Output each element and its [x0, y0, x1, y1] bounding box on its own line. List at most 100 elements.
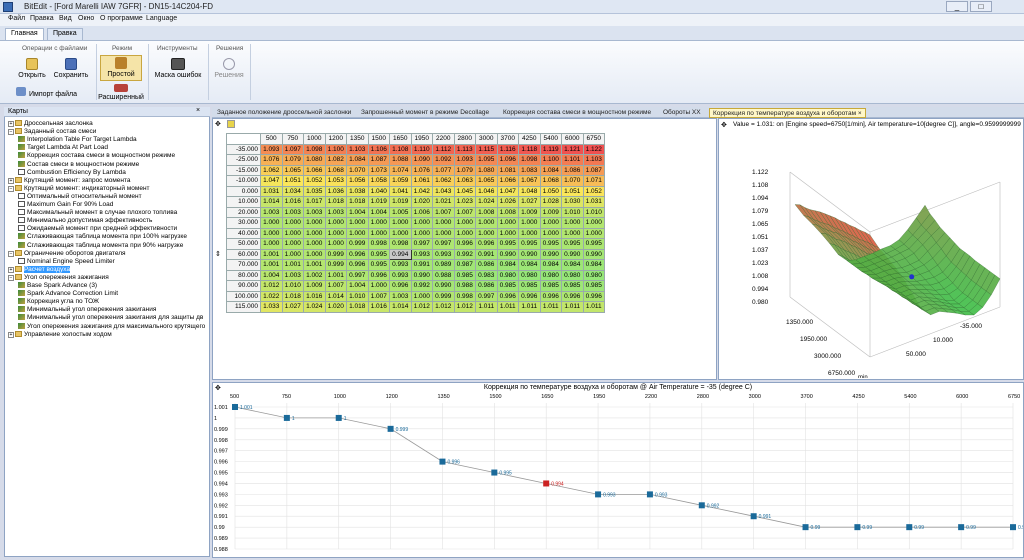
- table-cell[interactable]: 0.983: [475, 269, 498, 281]
- tree-folder[interactable]: + Управление холостым ходом: [8, 330, 112, 339]
- tree-item[interactable]: Spark Advance Correction Limit: [18, 290, 118, 298]
- move-icon[interactable]: ✥: [215, 120, 221, 128]
- table-cell[interactable]: 1.007: [432, 206, 455, 218]
- table-cell[interactable]: 0.980: [496, 269, 519, 281]
- row-header[interactable]: 70.000: [226, 259, 261, 271]
- tree-item[interactable]: Коррекция угла по ТОЖ: [18, 298, 99, 306]
- table-cell[interactable]: 1.000: [281, 227, 304, 239]
- table-cell[interactable]: 1.062: [260, 164, 283, 176]
- table-cell[interactable]: 0.990: [410, 269, 433, 281]
- table-cell[interactable]: 1.076: [260, 154, 283, 166]
- table-cell[interactable]: 1.045: [453, 185, 476, 197]
- table-cell[interactable]: 0.996: [389, 280, 412, 292]
- table-cell[interactable]: 1.001: [260, 259, 283, 271]
- table-cell[interactable]: 0.992: [410, 280, 433, 292]
- surface-3d-plot[interactable]: 1.122 1.108 1.094 1.079 1.065 1.051 1.037 1.023…: [720, 132, 1022, 378]
- table-cell[interactable]: 1.000: [303, 248, 326, 260]
- column-header[interactable]: 1650: [389, 133, 412, 145]
- table-cell[interactable]: 0.989: [432, 259, 455, 271]
- table-cell[interactable]: 1.024: [475, 196, 498, 208]
- table-cell[interactable]: 0.980: [561, 269, 584, 281]
- column-header[interactable]: 4250: [518, 133, 541, 145]
- table-cell[interactable]: 0.999: [324, 248, 347, 260]
- table-cell[interactable]: 1.115: [475, 143, 498, 155]
- table-cell[interactable]: 1.003: [389, 290, 412, 302]
- table-cell[interactable]: 1.026: [496, 196, 519, 208]
- table-cell[interactable]: 0.985: [496, 280, 519, 292]
- table-cell[interactable]: 1.100: [324, 143, 347, 155]
- table-cell[interactable]: 1.014: [324, 290, 347, 302]
- table-cell[interactable]: 1.076: [410, 164, 433, 176]
- column-header[interactable]: 3700: [496, 133, 519, 145]
- tree-item[interactable]: Минимальный угол опережения зажигания дл…: [18, 314, 203, 322]
- table-cell[interactable]: 1.031: [582, 196, 605, 208]
- table-cell[interactable]: 0.996: [582, 290, 605, 302]
- table-cell[interactable]: 1.074: [389, 164, 412, 176]
- table-cell[interactable]: 1.027: [281, 301, 304, 313]
- table-cell[interactable]: 1.000: [260, 217, 283, 229]
- table-cell[interactable]: 0.999: [432, 290, 455, 302]
- table-cell[interactable]: 1.003: [281, 206, 304, 218]
- table-cell[interactable]: 1.000: [432, 227, 455, 239]
- table-cell[interactable]: 1.016: [281, 196, 304, 208]
- table-cell[interactable]: 1.000: [281, 238, 304, 250]
- table-cell[interactable]: 1.053: [324, 175, 347, 187]
- table-cell[interactable]: 1.051: [281, 175, 304, 187]
- table-cell[interactable]: 1.001: [281, 259, 304, 271]
- tab-decollage-torque[interactable]: Запрошенный момент в режиме Decollage: [358, 108, 492, 118]
- table-cell[interactable]: 0.998: [367, 238, 390, 250]
- tree-item[interactable]: Коррекция состава смеси в мощностном реж…: [18, 152, 175, 160]
- table-cell[interactable]: 0.996: [346, 248, 369, 260]
- tree-item[interactable]: Maximum Gain For 90% Load: [18, 201, 113, 209]
- table-cell[interactable]: 1.062: [432, 175, 455, 187]
- table-cell[interactable]: 1.103: [346, 143, 369, 155]
- table-cell[interactable]: 1.007: [367, 290, 390, 302]
- maximize-button[interactable]: □: [970, 1, 992, 12]
- table-cell[interactable]: 1.122: [582, 143, 605, 155]
- table-cell[interactable]: 1.009: [303, 280, 326, 292]
- table-cell[interactable]: 1.081: [496, 164, 519, 176]
- table-cell[interactable]: 1.009: [539, 206, 562, 218]
- table-cell[interactable]: 0.997: [346, 269, 369, 281]
- table-cell[interactable]: 1.000: [496, 227, 519, 239]
- table-cell[interactable]: 1.095: [475, 154, 498, 166]
- menu-file[interactable]: Файл: [8, 15, 25, 22]
- table-cell[interactable]: 0.991: [410, 259, 433, 271]
- table-cell[interactable]: 1.000: [453, 227, 476, 239]
- table-cell[interactable]: 0.984: [561, 259, 584, 271]
- table-cell[interactable]: 1.016: [367, 301, 390, 313]
- table-cell[interactable]: 0.984: [518, 259, 541, 271]
- table-cell[interactable]: 0.986: [475, 259, 498, 271]
- table-cell[interactable]: 0.999: [346, 238, 369, 250]
- data-point[interactable]: [698, 502, 705, 509]
- table-cell[interactable]: 1.014: [389, 301, 412, 313]
- column-header[interactable]: 2200: [432, 133, 455, 145]
- table-cell[interactable]: 0.990: [496, 248, 519, 260]
- row-header[interactable]: 40.000: [226, 227, 261, 239]
- table-cell[interactable]: 0.993: [432, 248, 455, 260]
- table-cell[interactable]: 1.038: [346, 185, 369, 197]
- table-cell[interactable]: 1.000: [561, 227, 584, 239]
- tree-item[interactable]: Combustion Efficiency By Lambda: [18, 168, 126, 177]
- tree-folder[interactable]: + Крутящий момент: запрос момента: [8, 176, 131, 185]
- minimize-button[interactable]: _: [946, 1, 968, 12]
- table-cell[interactable]: 1.056: [346, 175, 369, 187]
- table-cell[interactable]: 1.070: [561, 175, 584, 187]
- data-point[interactable]: [232, 404, 238, 410]
- tree-item[interactable]: Base Spark Advance (3): [18, 282, 97, 290]
- table-cell[interactable]: 0.991: [475, 248, 498, 260]
- data-point[interactable]: [491, 469, 498, 476]
- table-cell[interactable]: 0.996: [453, 238, 476, 250]
- table-cell[interactable]: 1.010: [346, 290, 369, 302]
- data-point[interactable]: [750, 513, 757, 520]
- table-cell[interactable]: 1.000: [324, 227, 347, 239]
- table-cell[interactable]: 1.047: [496, 185, 519, 197]
- column-header[interactable]: 2800: [453, 133, 476, 145]
- table-cell[interactable]: 1.018: [346, 301, 369, 313]
- table-cell[interactable]: 1.000: [281, 217, 304, 229]
- table-cell[interactable]: 1.046: [475, 185, 498, 197]
- table-cell[interactable]: 1.065: [281, 164, 304, 176]
- tree-folder[interactable]: − Заданный состав смеси: [8, 128, 96, 136]
- table-cell[interactable]: 0.996: [367, 269, 390, 281]
- table-cell[interactable]: 1.103: [582, 154, 605, 166]
